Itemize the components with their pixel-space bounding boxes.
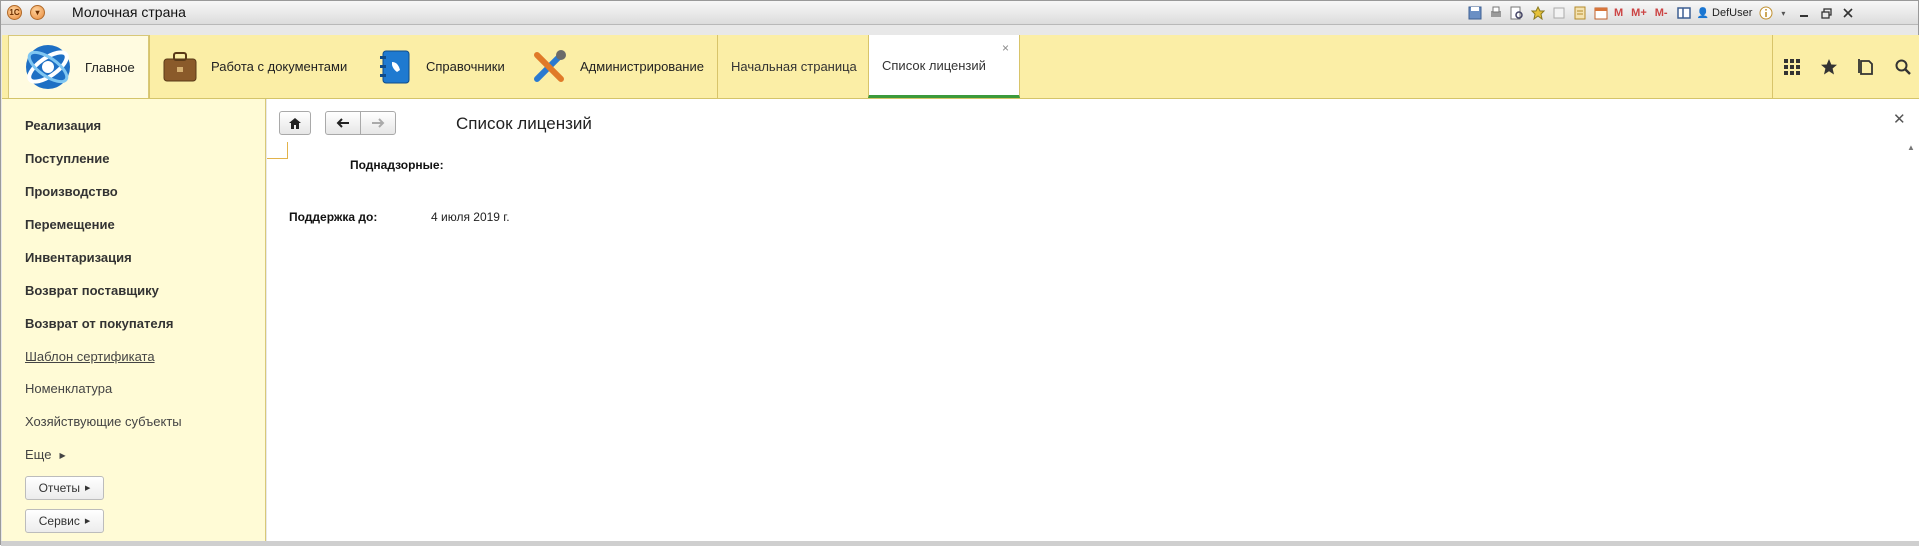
save-icon[interactable] <box>1467 5 1483 21</box>
memory-subtract-button[interactable]: M- <box>1655 7 1668 19</box>
calendar-icon[interactable] <box>1593 5 1609 21</box>
nav-item-return-from-customer[interactable]: Возврат от покупателя <box>25 316 173 331</box>
history-icon[interactable] <box>1847 48 1884 85</box>
close-window-button[interactable] <box>1838 5 1858 21</box>
section-main[interactable]: Главное <box>8 35 149 98</box>
chevron-right-icon: ▶ <box>84 518 91 525</box>
nav-item-transfer[interactable]: Перемещение <box>25 217 115 232</box>
user-name: DefUser <box>1712 7 1753 19</box>
dropdown-menu-icon[interactable]: ▾ <box>30 5 45 20</box>
nav-item-production[interactable]: Производство <box>25 184 118 199</box>
application-window: 1С ▾ Молочная страна M M+ M- 👤 DefUser ▾… <box>0 0 1919 546</box>
nav-item-certificate-template[interactable]: Шаблон сертификата <box>25 349 155 364</box>
section-label: Администрирование <box>580 59 704 74</box>
apps-grid-icon[interactable] <box>1773 48 1810 85</box>
print-icon[interactable] <box>1488 5 1504 21</box>
reports-label: Отчеты <box>38 481 81 495</box>
star-icon[interactable] <box>1810 48 1847 85</box>
chevron-down-icon[interactable]: ▾ <box>1779 5 1787 21</box>
calculator-icon[interactable] <box>1572 5 1588 21</box>
close-form-icon[interactable]: ✕ <box>1893 110 1906 128</box>
current-user[interactable]: 👤 DefUser <box>1697 7 1753 19</box>
arrow-right-icon <box>372 118 385 128</box>
home-button[interactable] <box>279 111 311 135</box>
app-logo-icon <box>26 45 70 89</box>
section-label: Справочники <box>426 59 505 74</box>
support-until-label: Поддержка до: <box>289 210 378 224</box>
minimize-button[interactable] <box>1794 5 1814 21</box>
address-book-icon <box>377 49 413 85</box>
tools-icon <box>531 49 567 85</box>
panels-icon[interactable] <box>1676 5 1692 21</box>
title-bar: 1С ▾ Молочная страна M M+ M- 👤 DefUser ▾ <box>1 1 1918 25</box>
favorites-add-icon[interactable] <box>1530 5 1546 21</box>
tab-label: Начальная страница <box>731 59 857 74</box>
preview-icon[interactable] <box>1509 5 1525 21</box>
user-icon: 👤 <box>1696 7 1710 19</box>
link-icon[interactable] <box>1551 5 1567 21</box>
scroll-up-icon[interactable]: ▲ <box>1907 143 1915 152</box>
arrow-left-icon <box>336 118 349 128</box>
restore-button[interactable] <box>1816 5 1836 21</box>
section-references[interactable]: Справочники <box>377 35 505 98</box>
supervised-label: Поднадзорные: <box>350 158 444 172</box>
divider <box>149 35 150 98</box>
nav-item-inventory[interactable]: Инвентаризация <box>25 250 132 265</box>
nav-item-business-entities[interactable]: Хозяйствующие субъекты <box>25 414 182 429</box>
chevron-right-icon: ▶ <box>59 451 66 461</box>
memory-add-button[interactable]: M+ <box>1631 7 1647 19</box>
briefcase-icon <box>162 49 198 85</box>
nav-item-return-to-supplier[interactable]: Возврат поставщику <box>25 283 159 298</box>
form-title: Список лицензий <box>456 114 592 133</box>
section-documents[interactable]: Работа с документами <box>162 35 347 98</box>
sections-panel: Главное Работа с документами Справочники… <box>2 35 1919 99</box>
more-label: Еще <box>25 447 52 462</box>
nav-item-sales[interactable]: Реализация <box>25 118 101 133</box>
titlebar-toolbar: M M+ M- 👤 DefUser ▾ <box>1467 4 1858 22</box>
field-group-corner <box>267 142 288 159</box>
nav-item-receipt[interactable]: Поступление <box>25 151 110 166</box>
left-navigation-panel: Реализация Поступление Производство Пере… <box>2 99 266 545</box>
form-area: Список лицензий ✕ Поднадзорные: Поддержк… <box>267 99 1919 545</box>
search-icon[interactable] <box>1884 48 1919 85</box>
tab-home-page[interactable]: Начальная страница <box>718 35 868 98</box>
home-icon <box>289 117 301 129</box>
tab-label: Список лицензий <box>882 57 986 73</box>
back-button[interactable] <box>325 111 361 135</box>
section-label: Главное <box>85 59 135 75</box>
service-button[interactable]: Сервис ▶ <box>25 509 104 533</box>
close-icon[interactable]: × <box>1002 41 1009 55</box>
memory-button[interactable]: M <box>1614 7 1623 19</box>
app-menu-icon[interactable]: 1С <box>7 5 22 20</box>
nav-item-nomenclature[interactable]: Номенклатура <box>25 381 112 396</box>
support-until-value: 4 июля 2019 г. <box>431 210 510 224</box>
section-label: Работа с документами <box>211 59 348 74</box>
info-icon[interactable] <box>1758 5 1774 21</box>
window-bottom-border <box>1 541 1919 546</box>
app-title: Молочная страна <box>72 4 186 20</box>
forward-button[interactable] <box>360 111 396 135</box>
section-administration[interactable]: Администрирование <box>531 35 704 98</box>
nav-more[interactable]: Еще ▶ <box>25 447 66 462</box>
tab-license-list[interactable]: Список лицензий × <box>868 35 1020 98</box>
reports-button[interactable]: Отчеты ▶ <box>25 476 104 500</box>
right-toolbar <box>1772 35 1919 98</box>
service-label: Сервис <box>38 514 80 528</box>
chevron-right-icon: ▶ <box>85 485 91 492</box>
